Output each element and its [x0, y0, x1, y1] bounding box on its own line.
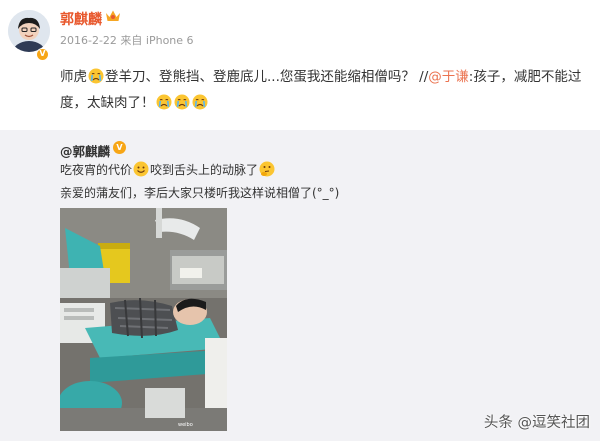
crying-emoji-icon [192, 94, 207, 110]
repost-text-line-2: 亲爱的蒲友们，李后大家只楼听我这样说相僧了(°_°) [60, 186, 340, 200]
repost-text-line-1: 吃夜宵的代价 咬到舌头上的动脉了 [60, 161, 276, 179]
verified-badge-icon: V [36, 48, 49, 61]
post-text: 师虎 登羊刀、登熊挡、登鹿底儿...您蛋我还能缩相僧吗？ //@于谦:孩子，减肥不… [60, 64, 590, 116]
repost-text-1b: 咬到舌头上的动脉了 [150, 163, 259, 177]
mention-link[interactable]: @于谦 [428, 69, 469, 85]
svg-text:weibo: weibo [178, 422, 193, 428]
crown-icon [106, 10, 120, 21]
thinking-emoji-icon [259, 161, 275, 177]
watermark: 头条 @逗笑社团 [483, 415, 590, 431]
post-text-2: 登羊刀、登熊挡、登鹿底儿...您蛋我还能缩相僧吗？ // [105, 69, 429, 85]
crying-emoji-icon [174, 94, 189, 110]
avatar[interactable] [8, 10, 50, 52]
crying-emoji-icon [156, 94, 171, 110]
repost-box[interactable]: @郭麒麟 V 吃夜宵的代价 咬到舌头上的动脉了 亲爱的蒲友们，李后大家只楼听我这样… [0, 130, 600, 441]
repost-text-1a: 吃夜宵的代价 [60, 163, 133, 177]
repost-author[interactable]: @郭麒麟 [60, 141, 110, 160]
post-author[interactable]: 郭麒麟 [60, 9, 102, 29]
smile-emoji-icon [133, 161, 149, 177]
dental-chair-photo[interactable]: weibo [60, 208, 227, 431]
post-meta: 2016-2-22 来自 iPhone 6 [60, 34, 194, 47]
verified-badge-icon: V [113, 141, 126, 154]
crying-emoji-icon [88, 68, 104, 84]
post-text-1: 师虎 [60, 69, 87, 85]
